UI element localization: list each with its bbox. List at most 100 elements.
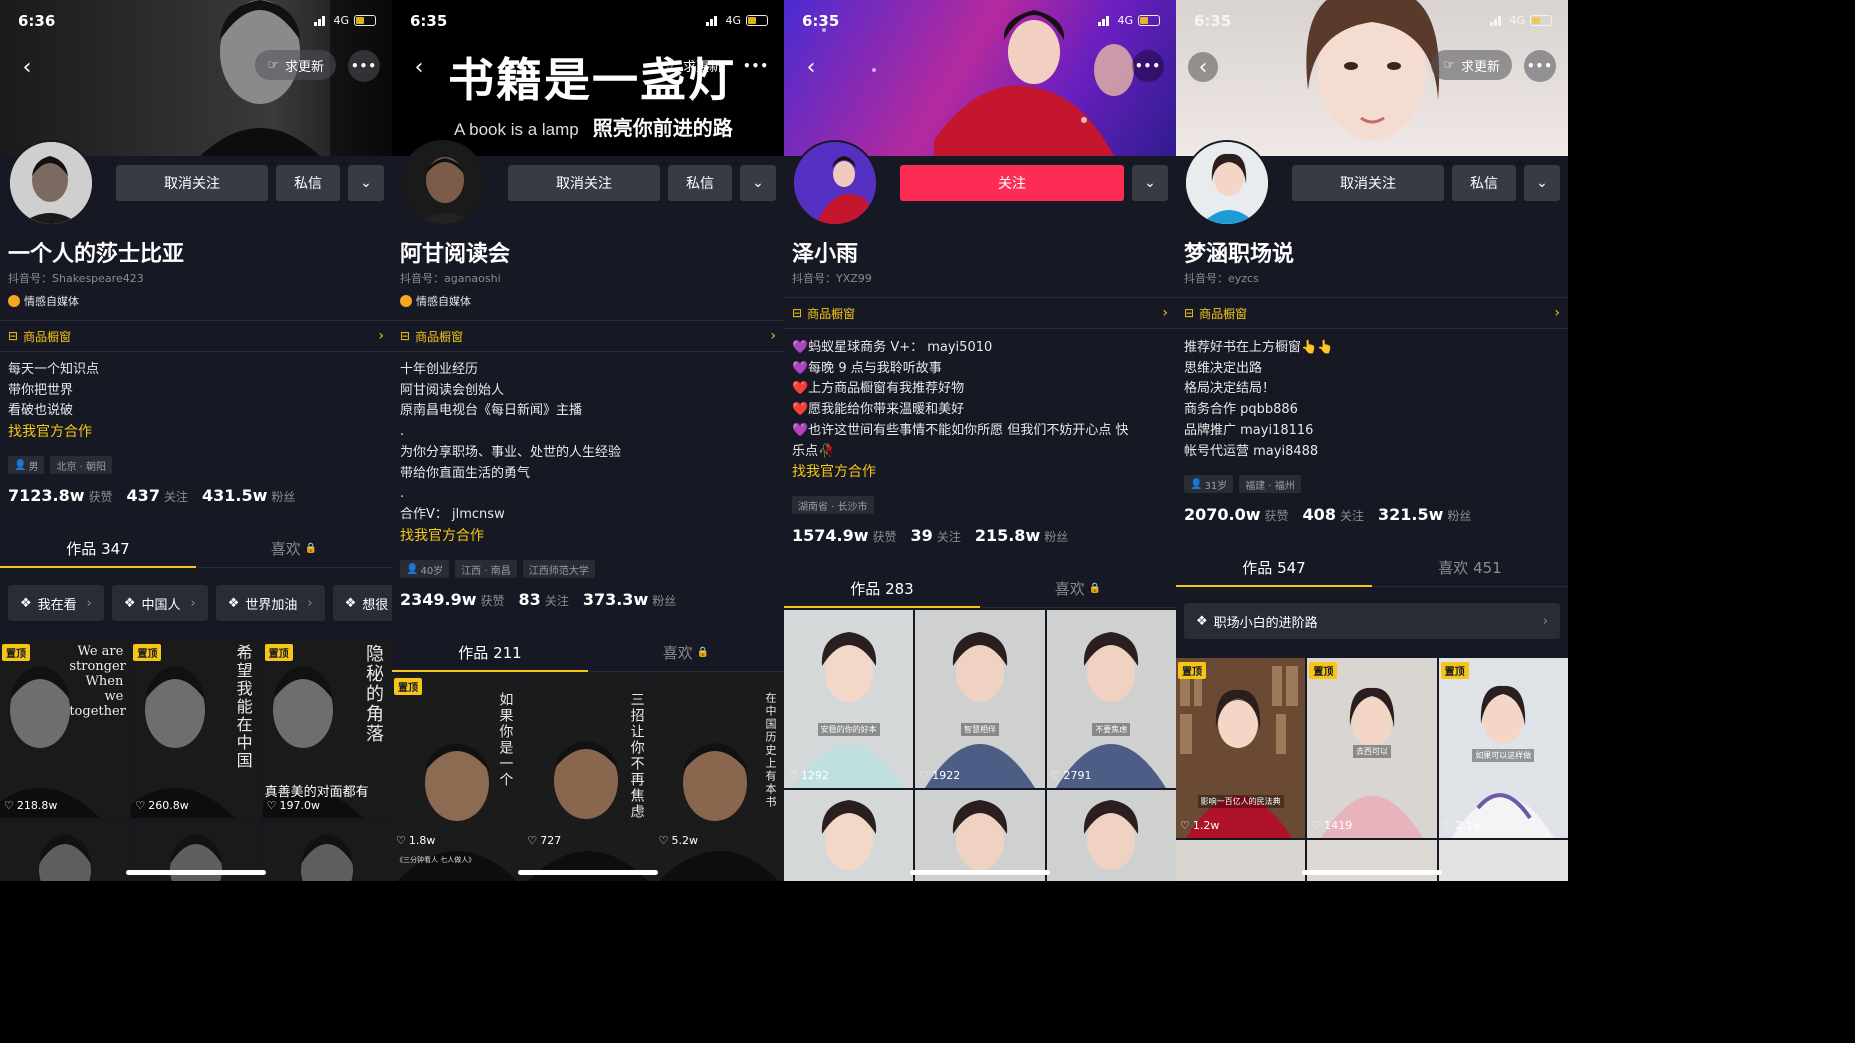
tab-works[interactable]: 作品 283 [784,568,980,608]
fans-stat[interactable]: 321.5w 粉丝 [1378,505,1471,524]
back-button[interactable]: ‹ [404,52,434,82]
tab-likes[interactable]: 喜欢 🔒 [588,632,784,672]
tab-works[interactable]: 作品 547 [1176,547,1372,587]
shop-window-link[interactable]: ⊟ 商品橱窗 › [392,320,784,352]
video-thumbnail[interactable] [1176,840,1306,881]
signal-icon [314,15,328,26]
fans-stat[interactable]: 373.3w 粉丝 [583,590,676,609]
fans-stat[interactable]: 431.5w 粉丝 [202,486,295,505]
chevron-down-icon[interactable]: ⌄ [1524,165,1560,201]
bio-line: 推荐好书在上方橱窗👆👆 [1184,340,1334,355]
video-thumbnail[interactable]: 三招让你不再焦虑 ♡ 727 [523,674,653,881]
heart-icon: ♡ [919,769,930,782]
home-indicator[interactable] [126,870,266,875]
unfollow-button[interactable]: 取消关注 [508,165,660,201]
unfollow-button[interactable]: 取消关注 [116,165,268,201]
video-overlay-text: 不要焦虑 [1092,723,1131,736]
more-button[interactable]: ••• [1132,50,1164,82]
heart-icon: ♡ [1311,819,1322,832]
avatar[interactable] [400,140,486,226]
shop-window-link[interactable]: ⊟ 商品橱窗 › [784,297,1176,329]
video-thumbnail[interactable]: 在中国历史上有本书 ♡ 5.2w [654,674,784,881]
chevron-down-icon[interactable]: ⌄ [348,165,384,201]
video-thumbnail[interactable]: 置顶 希望我能在中国 ♡ 260.8w [131,640,261,818]
fans-stat[interactable]: 215.8w 粉丝 [975,526,1068,545]
video-thumbnail[interactable]: 智慧相伴 ♡ 1922 [915,610,1045,788]
tab-likes[interactable]: 喜欢 🔒 [980,568,1176,608]
video-thumbnail[interactable]: 置顶 如果可以这样做 ♡ 2.1w [1438,658,1568,838]
collection-pill[interactable]: ❖ 想很 [332,585,392,621]
following-stat[interactable]: 408 关注 [1303,505,1364,524]
video-thumbnail[interactable] [915,790,1045,881]
request-update-button[interactable]: ☞ 求更新 [255,50,336,80]
more-button[interactable]: ••• [1524,50,1556,82]
profile-stats: 2070.0w 获赞 408 关注 321.5w 粉丝 [1184,505,1471,524]
profile-name: 梦涵职场说 [1184,242,1295,267]
follow-button[interactable]: 关注 [900,165,1124,201]
chevron-down-icon[interactable]: ⌄ [1132,165,1168,201]
message-button[interactable]: 私信 [1452,165,1516,201]
back-button[interactable]: ‹ [796,52,826,82]
more-button[interactable]: ••• [348,50,380,82]
collection-pill[interactable]: ❖ 中国人 › [111,585,208,621]
following-count: 83 [518,590,541,609]
tab-likes[interactable]: 喜欢 🔒 [196,528,392,568]
fans-count: 431.5w [201,486,268,505]
message-button[interactable]: 私信 [668,165,732,201]
video-thumbnail[interactable] [262,820,392,881]
video-thumbnail[interactable]: 置顶 影响一百亿人的民法典 ♡ 1.2w [1176,658,1306,838]
video-thumbnail[interactable]: 置顶 We are stronger When we together ♡ 218… [0,640,130,818]
tab-works[interactable]: 作品 347 [0,528,196,568]
video-thumbnail[interactable] [784,790,914,881]
home-indicator[interactable] [518,870,658,875]
official-cooperation-link[interactable]: 找我官方合作 [400,526,776,547]
lock-icon: 🔒 [696,646,710,658]
request-update-button[interactable]: ☞ 求更新 [1431,50,1512,80]
video-thumbnail[interactable] [1046,790,1176,881]
profile-screen-zexiaoyu: 6:35 4G ‹ ••• 关注 ⌄ 泽小雨 抖音号：YXZ99 ⊟ 商品橱窗 › … [784,0,1176,881]
following-stat[interactable]: 83 关注 [519,590,569,609]
home-indicator[interactable] [1302,870,1442,875]
like-count: ♡ 2791 [1051,769,1092,782]
chevron-down-icon[interactable]: ⌄ [740,165,776,201]
video-thumbnail[interactable]: 置顶 如果你是一个 ♡ 1.8w 《三分钟看人 七人做人》 [392,674,522,881]
video-overlay-text: 在中国历史上有本书 [763,692,777,809]
home-indicator[interactable] [910,870,1050,875]
shop-window-link[interactable]: ⊟ 商品橱窗 › [1176,297,1568,329]
collection-pill-label: 世界加油 [245,597,298,613]
tab-works[interactable]: 作品 211 [392,632,588,672]
content-tabs: 作品 211 喜欢 🔒 [392,632,784,672]
avatar[interactable] [792,140,878,226]
back-button[interactable]: ‹ [1188,52,1218,82]
likes-count: 1574.9w [792,526,869,545]
likes-stat: 7123.8w 获赞 [8,486,113,505]
back-button[interactable]: ‹ [12,52,42,82]
info-chips: 👤 40岁 江西 · 南昌 江西师范大学 [400,560,595,578]
collection-pill[interactable]: ❖ 世界加油 › [215,585,325,621]
bio-line: 合作V： jlmcnsw [400,506,505,522]
more-button[interactable]: ••• [740,50,772,82]
video-thumbnail[interactable] [1438,840,1568,881]
message-button[interactable]: 私信 [276,165,340,201]
age-chip: 👤 40岁 [400,560,450,578]
official-cooperation-link[interactable]: 找我官方合作 [8,422,384,443]
following-stat[interactable]: 39 关注 [911,526,961,545]
request-update-button[interactable]: ☞ 求更新 [653,50,734,80]
collection-link[interactable]: ❖ 职场小白的进阶路 › [1184,603,1560,639]
video-thumbnail[interactable] [0,820,130,881]
unfollow-button[interactable]: 取消关注 [1292,165,1444,201]
video-thumbnail[interactable]: 置顶 隐秘的角落 真善美的对面都有 ♡ 197.0w [262,640,392,818]
video-thumbnail[interactable]: 置顶 去西可以 ♡ 1419 [1307,658,1437,838]
heart-icon: ♡ [1442,819,1453,832]
status-bar: 6:35 4G [802,12,1160,34]
video-thumbnail[interactable]: 不要焦虑 ♡ 2791 [1046,610,1176,788]
video-thumbnail[interactable]: 安稳的你的好本 ♡ 1292 [784,610,914,788]
official-cooperation-link[interactable]: 找我官方合作 [792,462,1168,483]
following-stat[interactable]: 437 关注 [127,486,188,505]
request-update-label: 求更新 [1460,59,1500,75]
shop-window-link[interactable]: ⊟ 商品橱窗 › [0,320,392,352]
collection-pill[interactable]: ❖ 我在看 › [8,585,104,621]
tab-likes[interactable]: 喜欢 451 [1372,547,1568,587]
avatar[interactable] [8,140,94,226]
avatar[interactable] [1184,140,1270,226]
